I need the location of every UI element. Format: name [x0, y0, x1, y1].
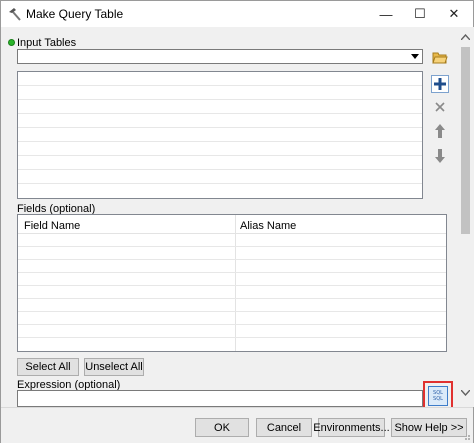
resize-grip-icon[interactable] [461, 431, 471, 441]
ok-button[interactable]: OK [195, 418, 249, 437]
input-tables-list[interactable] [17, 71, 423, 199]
browse-button[interactable] [431, 49, 449, 67]
hammer-icon [9, 8, 21, 21]
dialog-footer: OK Cancel Environments... Show Help >> [1, 407, 473, 443]
minimize-icon: — [379, 6, 393, 22]
maximize-icon: ☐ [414, 6, 426, 21]
window-title: Make Query Table [26, 7, 124, 21]
select-all-button[interactable]: Select All [17, 358, 79, 376]
move-up-button[interactable] [431, 122, 449, 140]
input-tables-combobox[interactable] [17, 49, 423, 64]
chevron-down-icon[interactable] [409, 51, 421, 62]
cancel-button[interactable]: Cancel [256, 418, 312, 437]
column-divider [235, 215, 236, 351]
environments-button[interactable]: Environments... [313, 418, 390, 437]
column-header-alias-name: Alias Name [240, 220, 297, 232]
scrollbar-thumb[interactable] [461, 47, 470, 234]
make-query-table-window: Make Query Table — ☐ ✕ Input Tables Fiel… [0, 0, 474, 443]
x-icon [435, 102, 445, 112]
sql-icon: SQL SQL [428, 386, 448, 406]
show-help-button[interactable]: Show Help >> [391, 418, 467, 437]
add-table-button[interactable] [431, 75, 449, 93]
column-header-field-name: Field Name [24, 220, 81, 232]
scroll-down-icon[interactable] [457, 384, 474, 401]
plus-icon [434, 78, 446, 90]
unselect-all-button[interactable]: Unselect All [84, 358, 144, 376]
move-down-button[interactable] [431, 147, 449, 165]
close-button[interactable]: ✕ [437, 1, 471, 27]
title-bar: Make Query Table — ☐ ✕ [1, 1, 473, 27]
remove-table-button[interactable] [431, 98, 449, 116]
folder-open-icon [432, 52, 448, 64]
arrow-down-icon [435, 149, 445, 163]
input-tables-label: Input Tables [17, 37, 77, 49]
vertical-scrollbar[interactable] [457, 27, 474, 407]
minimize-button[interactable]: — [369, 1, 403, 27]
scroll-up-icon[interactable] [457, 28, 474, 45]
close-icon: ✕ [448, 6, 460, 21]
expression-input[interactable] [17, 390, 423, 407]
sql-icon-line-2: SQL [433, 396, 443, 402]
arrow-up-icon [435, 124, 445, 138]
fields-table[interactable]: Field Name Alias Name [17, 214, 447, 352]
required-indicator-icon [8, 39, 15, 46]
maximize-button[interactable]: ☐ [403, 1, 437, 27]
